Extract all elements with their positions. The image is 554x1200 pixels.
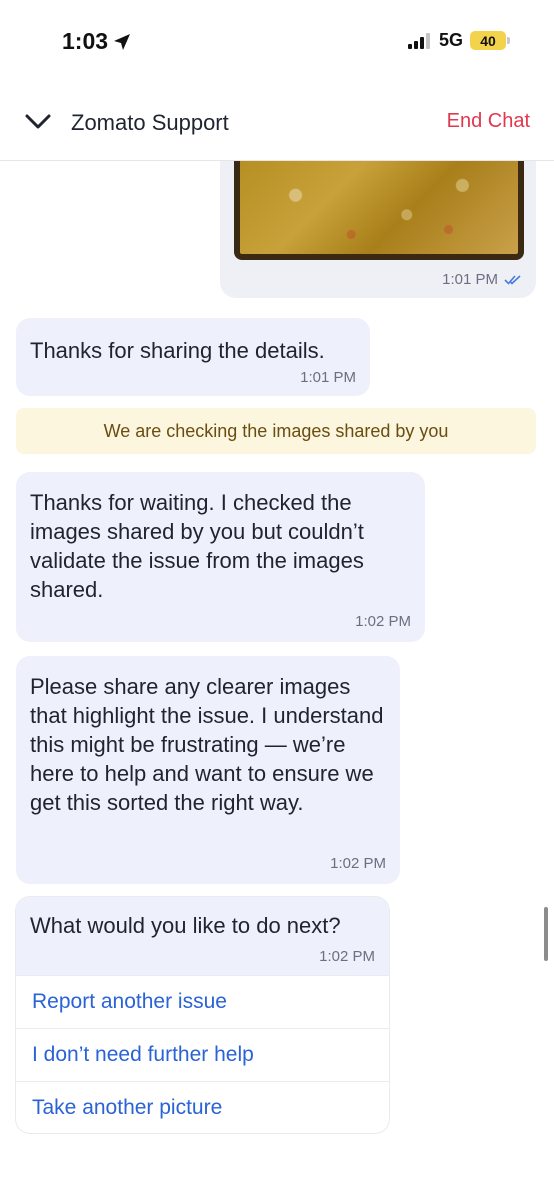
message-time: 1:01 PM (442, 271, 498, 288)
option-report-another-issue[interactable]: Report another issue (16, 975, 389, 1028)
message-time: 1:02 PM (355, 613, 411, 630)
message-meta: 1:01 PM (442, 271, 522, 288)
options-question: What would you like to do next? 1:02 PM (16, 897, 389, 975)
option-no-further-help[interactable]: I don’t need further help (16, 1028, 389, 1081)
battery-cap (507, 37, 510, 44)
next-step-options: What would you like to do next? 1:02 PM … (16, 897, 389, 1133)
clock: 1:03 (62, 28, 132, 55)
chevron-down-icon[interactable] (24, 113, 52, 131)
question-text: What would you like to do next? (30, 913, 341, 938)
system-notice: We are checking the images shared by you (16, 408, 536, 454)
agent-message: Thanks for sharing the details. 1:01 PM (16, 318, 370, 396)
shared-food-image[interactable] (234, 150, 524, 260)
battery-level: 40 (470, 31, 506, 50)
message-time: 1:02 PM (319, 948, 375, 965)
user-image-message: 1:01 PM (220, 150, 536, 298)
battery-icon: 40 (470, 31, 510, 50)
scrollbar[interactable] (544, 907, 548, 961)
message-text: Thanks for waiting. I checked the images… (30, 490, 364, 602)
location-arrow-icon (114, 33, 131, 50)
agent-message: Please share any clearer images that hig… (16, 656, 400, 884)
agent-message: Thanks for waiting. I checked the images… (16, 472, 425, 642)
double-check-icon (504, 274, 521, 285)
message-text: Thanks for sharing the details. (30, 338, 325, 363)
chat-thread[interactable]: 1:01 PM Thanks for sharing the details. … (0, 150, 554, 1200)
status-indicators: 5G 40 (407, 30, 510, 51)
network-type: 5G (438, 30, 463, 50)
message-text: Please share any clearer images that hig… (30, 674, 384, 815)
status-bar: 1:03 5G 40 (0, 0, 554, 80)
message-time: 1:01 PM (300, 369, 356, 386)
option-take-another-picture[interactable]: Take another picture (16, 1081, 389, 1133)
chat-title: Zomato Support (71, 110, 229, 135)
clock-time: 1:03 (62, 28, 109, 54)
end-chat-button[interactable]: End Chat (447, 110, 530, 133)
signal-bars-icon (407, 32, 430, 49)
chat-header: Zomato Support End Chat (0, 80, 554, 161)
message-time: 1:02 PM (330, 855, 386, 872)
